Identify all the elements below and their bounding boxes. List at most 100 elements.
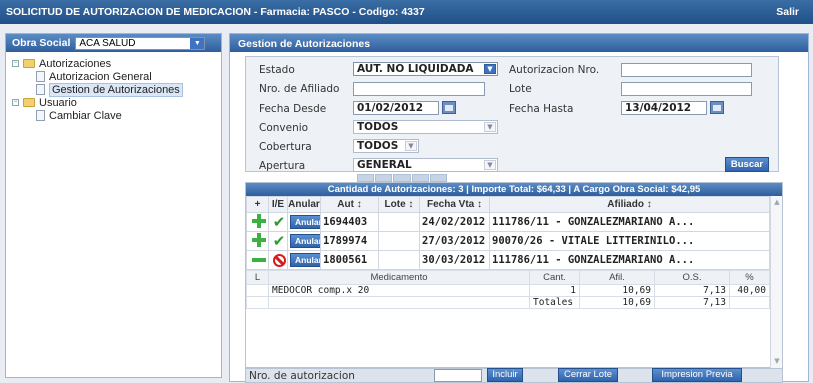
table-row[interactable]: Anular 1800561 30/03/2012 111786/11 - GO… [246,250,770,270]
cobertura-select[interactable]: TODOS ▼ [353,139,419,153]
chevron-up-icon[interactable]: ▲ [772,198,782,208]
fecha-hasta-label: Fecha Hasta [509,103,574,115]
collapse-minus-icon[interactable] [251,258,266,262]
lote-input[interactable] [621,82,752,96]
lote-label: Lote [509,83,532,95]
aut-cell: 1789974 [320,231,379,251]
detail-totals-row: Totales 10,69 7,13 [246,296,770,309]
chevron-down-icon[interactable]: ▼ [772,357,782,367]
convenio-label: Convenio [259,122,309,134]
autorizaciones-grid: Cantidad de Autorizaciones: 3 | Importe … [245,182,783,369]
calendar-icon[interactable] [442,101,456,114]
impresion-previa-button[interactable]: Impresion Previa [652,368,742,382]
afiliado-cell: 111786/11 - GONZALEZMARIANO A... [489,250,770,270]
panel-splitter[interactable] [357,174,448,182]
estado-select[interactable]: AUT. NO LIQUIDADA ▼ [353,62,498,76]
tree-label: Usuario [39,96,77,109]
incluir-button[interactable]: Incluir [487,368,523,382]
nro-autorizacion-input[interactable] [434,369,482,382]
calendar-icon[interactable] [710,101,724,114]
medicamento-cell: MEDOCOR comp.x 20 [268,284,530,297]
detail-header-os: O.S. [654,270,730,285]
chevron-down-icon[interactable]: ▼ [484,160,496,170]
fecha-hasta-input[interactable]: 13/04/2012 [621,101,707,115]
anular-button[interactable]: Anular [290,253,320,267]
filter-form: Estado AUT. NO LIQUIDADA ▼ Autorizacion … [245,56,779,172]
lote-cell [378,250,420,270]
fecha-cell: 24/02/2012 [419,212,490,232]
document-icon [36,71,45,82]
nro-afiliado-label: Nro. de Afiliado [259,83,340,95]
grid-summary: Cantidad de Autorizaciones: 3 | Importe … [246,183,782,196]
col-header-lote[interactable]: Lote ↕ [378,196,420,213]
convenio-select[interactable]: TODOS ▼ [353,120,498,134]
totals-afil: 10,69 [579,296,655,309]
detail-header-medicamento: Medicamento [268,270,530,285]
collapse-icon[interactable]: − [12,99,19,106]
chevron-down-icon[interactable]: ▼ [484,122,496,132]
check-icon: ✔ [272,213,286,231]
col-header-aut[interactable]: Aut ↕ [320,196,379,213]
col-header-fecha-vta[interactable]: Fecha Vta ↕ [419,196,490,213]
tree-label: Gestion de Autorizaciones [49,82,183,97]
anular-button[interactable]: Anular [290,234,320,248]
main-panel: Gestion de Autorizaciones Estado AUT. NO… [229,33,809,383]
detail-header-l: L [246,270,269,285]
fecha-desde-input[interactable]: 01/02/2012 [353,101,439,115]
afiliado-cell: 111786/11 - GONZALEZMARIANO A... [489,212,770,232]
afiliado-cell: 90070/26 - VITALE LITTERINILO... [489,231,770,251]
chevron-down-icon[interactable]: ▼ [405,141,417,151]
tree-node-autorizaciones[interactable]: − Autorizaciones [12,57,215,70]
tree-item-cambiar-clave[interactable]: Cambiar Clave [12,109,215,122]
col-header-ie: I/E [268,196,288,213]
detail-table: L Medicamento Cant. Afil. O.S. % MEDOCOR… [246,270,770,309]
anular-button[interactable]: Anular [290,215,320,229]
obra-social-value: ACA SALUD [79,37,136,49]
apertura-select[interactable]: GENERAL ▼ [353,158,498,172]
expand-plus-icon[interactable] [251,232,266,247]
tree-node-usuario[interactable]: − Usuario [12,96,215,109]
apertura-label: Apertura [259,160,306,172]
detail-header-afil: Afil. [579,270,655,285]
table-row[interactable]: ✔ Anular 1694403 24/02/2012 111786/11 - … [246,212,770,232]
obra-social-select[interactable]: ACA SALUD ▼ [75,36,206,50]
col-header-afiliado[interactable]: Afiliado ↕ [489,196,770,213]
pct-cell: 40,00 [729,284,770,297]
col-header-expand[interactable]: + [246,196,269,213]
collapse-icon[interactable]: − [12,60,19,67]
table-header-row: + I/E Anular Aut ↕ Lote ↕ Fecha Vta ↕ Af… [246,196,770,213]
tree-label: Autorizacion General [49,70,152,83]
aut-cell: 1800561 [320,250,379,270]
panel-title: Gestion de Autorizaciones [230,34,808,52]
autorizacion-nro-input[interactable] [621,63,752,77]
logout-link[interactable]: Salir [776,6,799,18]
tree-label: Cambiar Clave [49,109,122,122]
nro-afiliado-input[interactable] [353,82,485,96]
estado-label: Estado [259,64,295,76]
cerrar-lote-button[interactable]: Cerrar Lote [558,368,618,382]
top-bar: SOLICITUD DE AUTORIZACION DE MEDICACION … [0,0,813,24]
bottom-toolbar: Nro. de autorizacion Incluir Cerrar Lote… [245,368,783,383]
chevron-down-icon[interactable]: ▼ [190,37,205,49]
tree-label: Autorizaciones [39,57,112,70]
obra-social-label: Obra Social [12,37,71,49]
expand-plus-icon[interactable] [251,213,266,228]
aut-cell: 1694403 [320,212,379,232]
detail-header-cant: Cant. [529,270,580,285]
document-icon [36,110,45,121]
check-icon: ✔ [272,232,286,250]
tree-item-gestion-autorizaciones[interactable]: Gestion de Autorizaciones [12,82,215,97]
autorizaciones-table: + I/E Anular Aut ↕ Lote ↕ Fecha Vta ↕ Af… [246,196,770,270]
detail-row: MEDOCOR comp.x 20 1 10,69 7,13 40,00 [246,284,770,297]
app-title: SOLICITUD DE AUTORIZACION DE MEDICACION … [6,6,425,18]
tree-item-autorizacion-general[interactable]: Autorizacion General [12,70,215,83]
buscar-button[interactable]: Buscar [725,157,769,172]
os-cell: 7,13 [654,284,730,297]
grid-scrollbar[interactable]: ▲ ▼ [770,196,782,369]
lote-cell [378,212,420,232]
chevron-down-icon[interactable]: ▼ [484,64,496,74]
totals-os: 7,13 [654,296,730,309]
fecha-cell: 30/03/2012 [419,250,490,270]
table-row[interactable]: ✔ Anular 1789974 27/03/2012 90070/26 - V… [246,231,770,251]
folder-icon [23,59,35,68]
